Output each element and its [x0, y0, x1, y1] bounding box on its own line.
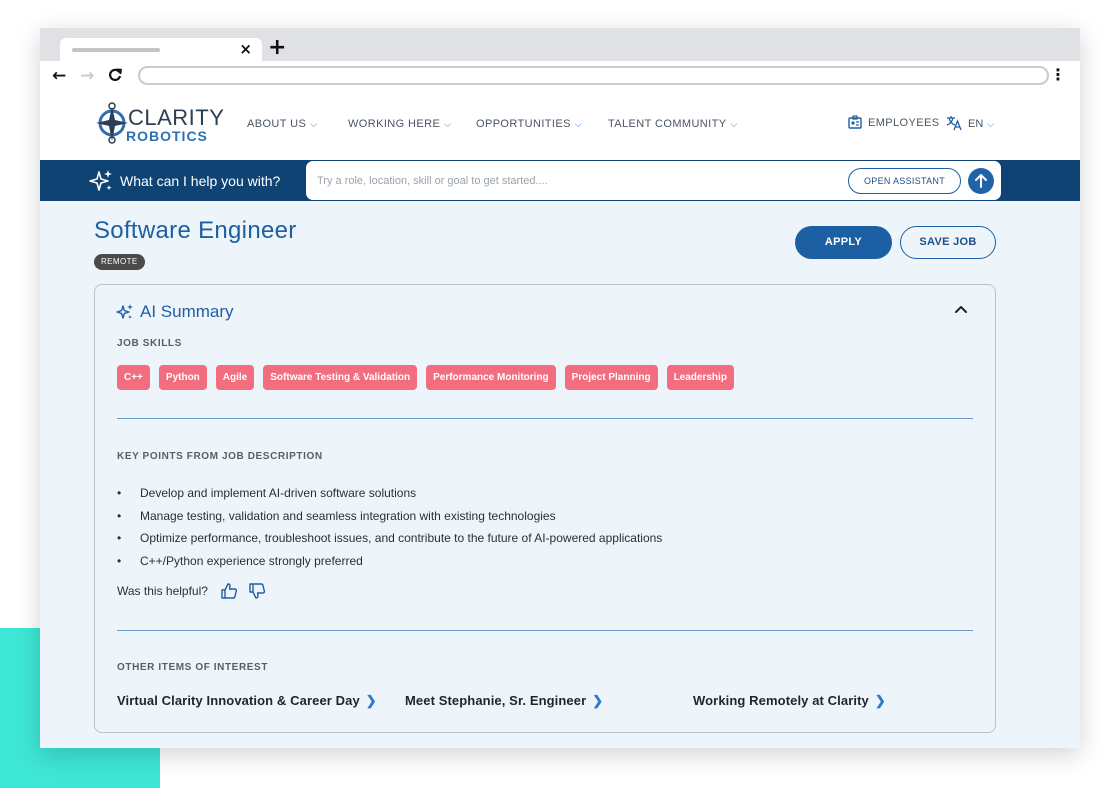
skill-chip[interactable]: C++: [117, 365, 150, 390]
ai-summary-card: AI Summary JOB SKILLS C++ Python Agile S…: [94, 284, 996, 733]
nav-label: OPPORTUNITIES: [476, 118, 571, 130]
chevron-right-icon: ❯: [365, 693, 377, 708]
nav-label: ABOUT US: [247, 118, 307, 130]
language-label: EN: [968, 118, 984, 130]
assistant-search-input[interactable]: Try a role, location, skill or goal to g…: [305, 160, 1002, 201]
list-item: C++/Python experience strongly preferred: [117, 550, 917, 573]
chevron-right-icon: ❯: [592, 693, 604, 708]
language-selector[interactable]: EN ⌵: [946, 115, 994, 132]
nav-opportunities[interactable]: OPPORTUNITIES ⌵: [476, 117, 582, 131]
interest-link-meet-stephanie[interactable]: Meet Stephanie, Sr. Engineer ❯: [405, 692, 603, 710]
nav-label: WORKING HERE: [348, 118, 441, 130]
ai-summary-title: AI Summary: [140, 302, 234, 321]
key-points-heading: KEY POINTS FROM JOB DESCRIPTION: [117, 451, 323, 462]
job-skills-heading: JOB SKILLS: [117, 338, 182, 349]
close-icon[interactable]: ×: [239, 39, 252, 59]
employees-label: EMPLOYEES: [868, 117, 940, 129]
chevron-down-icon: ⌵: [310, 119, 318, 129]
chevron-down-icon: ⌵: [444, 119, 452, 129]
nav-label: TALENT COMMUNITY: [608, 118, 727, 130]
list-item: Develop and implement AI-driven software…: [117, 482, 917, 505]
job-title: Software Engineer: [94, 217, 297, 244]
nav-working-here[interactable]: WORKING HERE ⌵: [348, 117, 451, 131]
address-bar[interactable]: [138, 66, 1049, 85]
logo-wordmark-line2: ROBOTICS: [126, 128, 208, 144]
save-job-button[interactable]: SAVE JOB: [900, 226, 996, 259]
skill-chip[interactable]: Performance Monitoring: [426, 365, 556, 390]
skill-chip[interactable]: Software Testing & Validation: [263, 365, 418, 390]
company-logo[interactable]: CLARITY ROBOTICS: [92, 101, 224, 147]
helpful-prompt: Was this helpful?: [117, 584, 208, 598]
translate-icon: [946, 116, 962, 131]
list-item: Optimize performance, troubleshoot issue…: [117, 527, 917, 550]
logo-wordmark-line1: CLARITY: [128, 105, 225, 130]
thumbs-down-icon[interactable]: [248, 582, 266, 600]
thumbs-up-icon[interactable]: [220, 582, 238, 600]
nav-about-us[interactable]: ABOUT US ⌵: [247, 117, 317, 131]
arrow-up-icon: [975, 174, 987, 188]
submit-button[interactable]: [968, 168, 994, 194]
assistant-bar: What can I help you with? Try a role, lo…: [40, 160, 1080, 201]
tab-title-placeholder: [72, 48, 160, 52]
list-item: Manage testing, validation and seamless …: [117, 505, 917, 528]
skill-chip[interactable]: Agile: [215, 365, 255, 390]
key-points-list: Develop and implement AI-driven software…: [117, 482, 917, 573]
interest-link-label: Meet Stephanie, Sr. Engineer: [405, 693, 587, 708]
id-badge-icon: [848, 115, 862, 129]
assistant-prompt: What can I help you with?: [120, 173, 281, 189]
site-header: CLARITY ROBOTICS ABOUT US ⌵ WORKING HERE ⌵…: [40, 91, 1080, 160]
open-assistant-button[interactable]: OPEN ASSISTANT: [848, 168, 961, 194]
browser-tab[interactable]: ×: [60, 38, 262, 61]
assistant-placeholder: Try a role, location, skill or goal to g…: [317, 175, 548, 187]
interest-link-label: Working Remotely at Clarity: [693, 693, 869, 708]
skill-chip[interactable]: Python: [158, 365, 207, 390]
back-arrow-icon[interactable]: ←: [52, 64, 66, 88]
browser-window: × + ← → ⋮ CLARITY ROBOTICS ABOUT US ⌵ WOR…: [40, 28, 1080, 748]
interest-link-working-remotely[interactable]: Working Remotely at Clarity ❯: [693, 692, 886, 710]
section-divider: [117, 630, 973, 631]
skill-chip[interactable]: Leadership: [666, 365, 734, 390]
skills-list: C++ Python Agile Software Testing & Vali…: [117, 365, 734, 390]
interest-link-label: Virtual Clarity Innovation & Career Day: [117, 693, 360, 708]
chevron-up-icon[interactable]: [953, 301, 969, 317]
interest-link-career-day[interactable]: Virtual Clarity Innovation & Career Day ❯: [117, 692, 377, 710]
nav-talent-community[interactable]: TALENT COMMUNITY ⌵: [608, 117, 738, 131]
employees-link[interactable]: EMPLOYEES: [848, 115, 939, 131]
sparkle-icon: [89, 170, 112, 191]
new-tab-icon[interactable]: +: [268, 36, 286, 60]
section-divider: [117, 418, 973, 419]
reload-icon[interactable]: [108, 64, 122, 88]
chevron-down-icon: ⌵: [987, 119, 995, 129]
chevron-down-icon: ⌵: [730, 119, 738, 129]
other-items-heading: OTHER ITEMS OF INTEREST: [117, 662, 269, 673]
forward-arrow-icon[interactable]: →: [80, 64, 94, 88]
tab-strip: × +: [40, 28, 1080, 61]
browser-toolbar: ← → ⋮: [40, 61, 1080, 91]
chevron-right-icon: ❯: [874, 693, 886, 708]
skill-chip[interactable]: Project Planning: [564, 365, 658, 390]
browser-menu-icon[interactable]: ⋮: [1050, 66, 1066, 84]
remote-badge: REMOTE: [94, 254, 145, 270]
apply-button[interactable]: APPLY: [795, 226, 892, 259]
sparkle-icon: [116, 304, 133, 319]
chevron-down-icon: ⌵: [574, 119, 583, 129]
